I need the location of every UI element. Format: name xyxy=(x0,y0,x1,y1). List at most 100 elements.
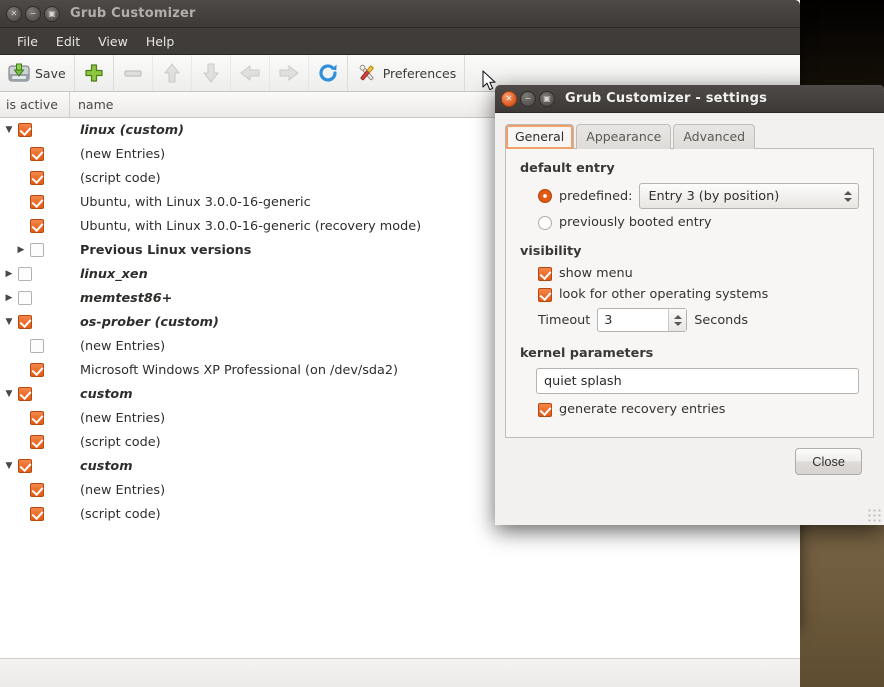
arrow-right-icon xyxy=(279,64,299,82)
row-active-checkbox[interactable] xyxy=(30,435,44,449)
row-name: linux (custom) xyxy=(80,122,184,138)
menu-help[interactable]: Help xyxy=(137,31,184,52)
settings-tabs: General Appearance Advanced xyxy=(505,121,874,149)
kernel-parameters-input[interactable]: quiet splash xyxy=(536,368,859,394)
row-active-checkbox[interactable] xyxy=(30,171,44,185)
toolbar-preferences-button[interactable]: Preferences xyxy=(348,55,466,91)
row-active-checkbox[interactable] xyxy=(30,507,44,521)
radio-previously-booted-entry[interactable] xyxy=(538,215,552,230)
toolbar-save-button[interactable]: Save xyxy=(0,55,75,91)
toolbar-move-down-button[interactable] xyxy=(192,55,231,91)
row-active-checkbox[interactable] xyxy=(30,411,44,425)
is-active-cell xyxy=(30,507,70,521)
mouse-cursor xyxy=(482,70,496,91)
screen: Settings... Close ✕ − ▣ Grub Customizer … xyxy=(0,0,884,687)
row-previously-booted: previously booted entry xyxy=(538,215,859,230)
minimize-icon[interactable]: − xyxy=(25,5,41,22)
is-active-cell xyxy=(18,267,70,281)
save-disk-icon xyxy=(8,63,30,82)
checkbox-look-for-other-operating-systems[interactable] xyxy=(538,287,552,302)
toolbar-reload-button[interactable] xyxy=(309,55,348,91)
is-active-cell xyxy=(30,147,70,161)
row-active-checkbox[interactable] xyxy=(30,147,44,161)
toolbar-move-up-button[interactable] xyxy=(153,55,192,91)
close-icon[interactable]: ✕ xyxy=(501,90,517,107)
group-default-entry: default entry predefined: Entry 3 (by po… xyxy=(520,161,859,230)
row-active-checkbox[interactable] xyxy=(30,339,44,353)
expander-closed-icon[interactable]: ▶ xyxy=(0,293,18,303)
toolbar-move-right-button[interactable] xyxy=(270,55,309,91)
predefined-entry-value: Entry 3 (by position) xyxy=(648,188,780,204)
label-seconds: Seconds xyxy=(694,312,749,328)
chevron-updown-icon xyxy=(844,190,852,202)
is-active-cell xyxy=(30,339,70,353)
minimize-icon[interactable]: − xyxy=(520,90,536,107)
settings-footer: Close xyxy=(505,438,874,475)
predefined-entry-combobox[interactable]: Entry 3 (by position) xyxy=(639,183,859,209)
radio-predefined[interactable] xyxy=(538,189,552,203)
is-active-cell xyxy=(30,219,70,233)
is-active-cell xyxy=(30,171,70,185)
row-active-checkbox[interactable] xyxy=(30,195,44,209)
minus-icon xyxy=(124,70,142,77)
maximize-icon[interactable]: ▣ xyxy=(539,90,555,107)
expander-closed-icon[interactable]: ▶ xyxy=(0,269,18,279)
tab-general[interactable]: General xyxy=(505,124,575,149)
column-header-is-active[interactable]: is active xyxy=(0,92,70,117)
checkbox-generate-recovery-entries[interactable] xyxy=(538,402,552,417)
row-active-checkbox[interactable] xyxy=(30,363,44,377)
row-show-menu: show menu xyxy=(538,266,859,281)
row-active-checkbox[interactable] xyxy=(18,315,32,329)
expander-open-icon[interactable]: ▼ xyxy=(0,389,18,399)
main-titlebar: ✕ − ▣ Grub Customizer xyxy=(0,0,800,28)
row-active-checkbox[interactable] xyxy=(30,483,44,497)
group-title-kernel-parameters: kernel parameters xyxy=(520,346,654,361)
row-active-checkbox[interactable] xyxy=(30,219,44,233)
row-active-checkbox[interactable] xyxy=(18,267,32,281)
row-active-checkbox[interactable] xyxy=(18,387,32,401)
row-active-checkbox[interactable] xyxy=(30,243,44,257)
preferences-icon xyxy=(359,64,374,81)
row-predefined: predefined: Entry 3 (by position) xyxy=(538,183,859,209)
expander-open-icon[interactable]: ▼ xyxy=(0,317,18,327)
group-title-default-entry: default entry xyxy=(520,161,615,176)
row-name: (new Entries) xyxy=(80,338,166,354)
expander-open-icon[interactable]: ▼ xyxy=(0,125,18,135)
timeout-value: 3 xyxy=(604,312,613,328)
menu-file[interactable]: File xyxy=(8,31,47,52)
maximize-icon[interactable]: ▣ xyxy=(44,5,60,22)
toolbar-save-label: Save xyxy=(35,65,66,81)
toolbar-move-left-button[interactable] xyxy=(231,55,270,91)
toolbar-add-button[interactable] xyxy=(75,55,114,91)
settings-close-button[interactable]: Close xyxy=(795,448,862,475)
tab-appearance[interactable]: Appearance xyxy=(576,124,672,149)
row-timeout: Timeout 3 Seconds xyxy=(538,308,859,332)
row-active-checkbox[interactable] xyxy=(18,459,32,473)
toolbar-preferences-label: Preferences xyxy=(382,65,457,81)
checkbox-show-menu[interactable] xyxy=(538,266,552,281)
expander-closed-icon[interactable]: ▶ xyxy=(12,245,30,255)
menu-edit[interactable]: Edit xyxy=(47,31,89,52)
row-active-checkbox[interactable] xyxy=(18,123,32,137)
menu-view[interactable]: View xyxy=(89,31,137,52)
main-window-title: Grub Customizer xyxy=(70,6,196,21)
label-timeout: Timeout xyxy=(538,312,591,328)
is-active-cell xyxy=(18,459,70,473)
tab-advanced[interactable]: Advanced xyxy=(673,124,756,149)
timeout-spinbox[interactable]: 3 xyxy=(597,308,688,332)
menubar: File Edit View Help xyxy=(0,28,800,55)
label-generate-recovery-entries: generate recovery entries xyxy=(559,402,726,417)
close-icon[interactable]: ✕ xyxy=(6,5,22,22)
expander-open-icon[interactable]: ▼ xyxy=(0,461,18,471)
arrow-down-icon xyxy=(202,63,219,83)
timeout-stepper-icon[interactable] xyxy=(668,309,687,331)
row-active-checkbox[interactable] xyxy=(18,291,32,305)
row-name: custom xyxy=(80,458,133,474)
toolbar-remove-button[interactable] xyxy=(114,55,153,91)
main-statusbar xyxy=(0,658,800,687)
is-active-cell xyxy=(30,411,70,425)
refresh-icon xyxy=(319,64,337,82)
is-active-cell xyxy=(30,435,70,449)
row-name: Ubuntu, with Linux 3.0.0-16-generic xyxy=(80,194,311,210)
resize-grip[interactable] xyxy=(867,508,881,522)
